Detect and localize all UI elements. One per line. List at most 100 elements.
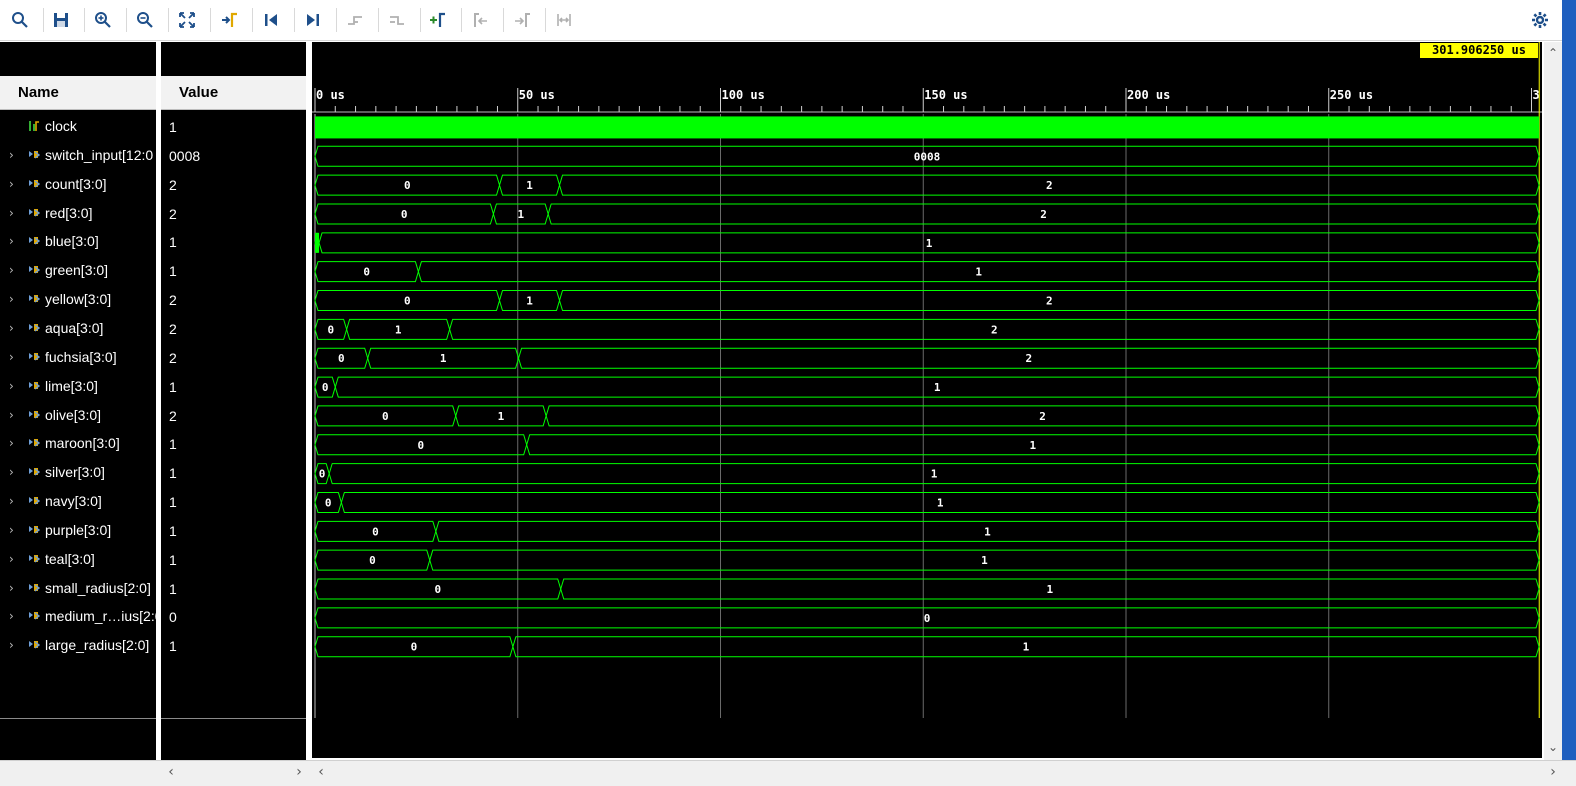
signal-row-olive[interactable]: › olive[3:0] <box>0 402 156 431</box>
signal-row-fuchsia[interactable]: › fuchsia[3:0] <box>0 344 156 373</box>
bus-value-label: 2 <box>1046 179 1053 192</box>
expand-chevron-icon[interactable]: › <box>9 465 19 479</box>
toolbar-separator <box>168 8 169 32</box>
name-column-header[interactable]: Name <box>0 76 156 110</box>
expand-chevron-icon[interactable]: › <box>9 494 19 508</box>
signal-name: lime[3:0] <box>45 377 98 394</box>
horizontal-scroll-strip[interactable] <box>0 760 1576 786</box>
expand-chevron-icon[interactable]: › <box>9 523 19 537</box>
scroll-right-icon[interactable]: › <box>292 765 306 779</box>
signal-name: count[3:0] <box>45 175 107 192</box>
swap-cursors-button[interactable] <box>551 7 577 33</box>
toolbar-separator <box>420 8 421 32</box>
signal-row-small_radius[interactable]: › small_radius[2:0] <box>0 575 156 604</box>
previous-transition-button[interactable] <box>342 7 368 33</box>
go-to-time-zero-icon <box>265 14 277 26</box>
signal-value: 1 <box>169 263 177 280</box>
zoom-fit-button[interactable] <box>174 7 200 33</box>
signal-row-silver[interactable]: › silver[3:0] <box>0 459 156 488</box>
expand-chevron-icon[interactable]: › <box>9 638 19 652</box>
expand-chevron-icon[interactable]: › <box>9 436 19 450</box>
next-transition-button[interactable] <box>384 7 410 33</box>
expand-chevron-icon[interactable]: › <box>9 408 19 422</box>
expand-chevron-icon[interactable]: › <box>9 350 19 364</box>
signal-row-lime[interactable]: › lime[3:0] <box>0 373 156 402</box>
signal-name: fuchsia[3:0] <box>45 348 117 365</box>
bus-value-label: 1 <box>440 352 447 365</box>
bus-value-label: 1 <box>517 208 524 221</box>
settings-button[interactable] <box>1527 7 1553 33</box>
timeline-label: 0 us <box>316 88 345 102</box>
signal-row-blue[interactable]: › blue[3:0] <box>0 228 156 257</box>
signal-name: blue[3:0] <box>45 233 99 250</box>
bus-segment-fill <box>315 232 320 253</box>
expand-chevron-icon[interactable]: › <box>9 148 19 162</box>
next-marker-button[interactable] <box>509 7 535 33</box>
bus-signal-icon <box>28 465 41 479</box>
signal-row-count[interactable]: › count[3:0] <box>0 171 156 200</box>
zoom-in-button[interactable] <box>90 7 116 33</box>
signal-value: 1 <box>169 494 177 511</box>
name-panel-divider <box>0 718 156 719</box>
scroll-up-icon[interactable]: ⌃ <box>1546 46 1560 60</box>
wave-scroll-left-icon[interactable]: ‹ <box>314 765 328 779</box>
zoom-in-icon <box>95 12 111 28</box>
expand-chevron-icon[interactable]: › <box>9 552 19 566</box>
scroll-down-icon[interactable]: ⌄ <box>1546 740 1560 754</box>
previous-marker-button[interactable] <box>467 7 493 33</box>
signal-value: 2 <box>169 176 177 193</box>
signal-name: medium_r…ius[2:0] <box>45 608 156 625</box>
signal-row-clock[interactable]: clock <box>0 113 156 142</box>
go-to-cursor-button[interactable] <box>216 7 242 33</box>
signal-row-navy[interactable]: › navy[3:0] <box>0 488 156 517</box>
scroll-left-icon[interactable]: ‹ <box>164 765 178 779</box>
signal-row-green[interactable]: › green[3:0] <box>0 257 156 286</box>
expand-chevron-icon[interactable]: › <box>9 177 19 191</box>
bus-value-label: 0 <box>382 410 389 423</box>
signal-row-switch_input[interactable]: › switch_input[12:0 <box>0 142 156 171</box>
expand-chevron-icon[interactable]: › <box>9 292 19 306</box>
add-marker-icon <box>430 12 445 27</box>
signal-row-purple[interactable]: › purple[3:0] <box>0 517 156 546</box>
value-column-header[interactable]: Value <box>161 76 306 110</box>
search-button[interactable] <box>7 7 33 33</box>
toolbar-separator <box>294 8 295 32</box>
signal-row-maroon[interactable]: › maroon[3:0] <box>0 430 156 459</box>
signal-row-red[interactable]: › red[3:0] <box>0 200 156 229</box>
go-to-last-time-button[interactable] <box>300 7 326 33</box>
cursor-time-label[interactable]: 301.906250 us <box>1420 43 1538 58</box>
go-to-time-zero-button[interactable] <box>258 7 284 33</box>
signal-row-teal[interactable]: › teal[3:0] <box>0 546 156 575</box>
expand-chevron-icon[interactable]: › <box>9 263 19 277</box>
add-marker-button[interactable] <box>425 7 451 33</box>
expand-chevron-icon[interactable]: › <box>9 234 19 248</box>
signal-row-aqua[interactable]: › aqua[3:0] <box>0 315 156 344</box>
timeline-label: 150 us <box>924 88 967 102</box>
save-button[interactable] <box>48 7 74 33</box>
signal-value: 1 <box>169 580 177 597</box>
zoom-out-button[interactable] <box>132 7 158 33</box>
signal-name: navy[3:0] <box>45 493 102 510</box>
expand-chevron-icon[interactable]: › <box>9 609 19 623</box>
bus-value-label: 0 <box>435 583 442 596</box>
bus-signal-icon <box>28 638 41 652</box>
search-icon <box>12 12 28 28</box>
signal-row-medium_radius[interactable]: › medium_r…ius[2:0] <box>0 603 156 632</box>
zoom-out-icon <box>137 12 153 28</box>
wave-scroll-right-icon[interactable]: › <box>1546 765 1560 779</box>
gear-icon <box>1532 12 1548 28</box>
expand-chevron-icon[interactable]: › <box>9 379 19 393</box>
expand-chevron-icon[interactable]: › <box>9 206 19 220</box>
signal-row-yellow[interactable]: › yellow[3:0] <box>0 286 156 315</box>
bus-value-label: 0 <box>319 468 326 481</box>
bus-value-label: 1 <box>1047 583 1054 596</box>
waveform-canvas[interactable]: 0 us 50 us 100 us 150 us 200 us 250 us 3 0008 0 1… <box>312 42 1542 758</box>
bus-signal-icon <box>28 321 41 335</box>
expand-chevron-icon[interactable]: › <box>9 321 19 335</box>
signal-value: 2 <box>169 320 177 337</box>
bus-value-label: 0 <box>363 266 370 279</box>
signal-row-large_radius[interactable]: › large_radius[2:0] <box>0 632 156 661</box>
vertical-scrollbar[interactable]: ⌃ ⌄ <box>1544 42 1562 760</box>
expand-chevron-icon[interactable]: › <box>9 581 19 595</box>
bus-signal-icon <box>28 523 41 537</box>
